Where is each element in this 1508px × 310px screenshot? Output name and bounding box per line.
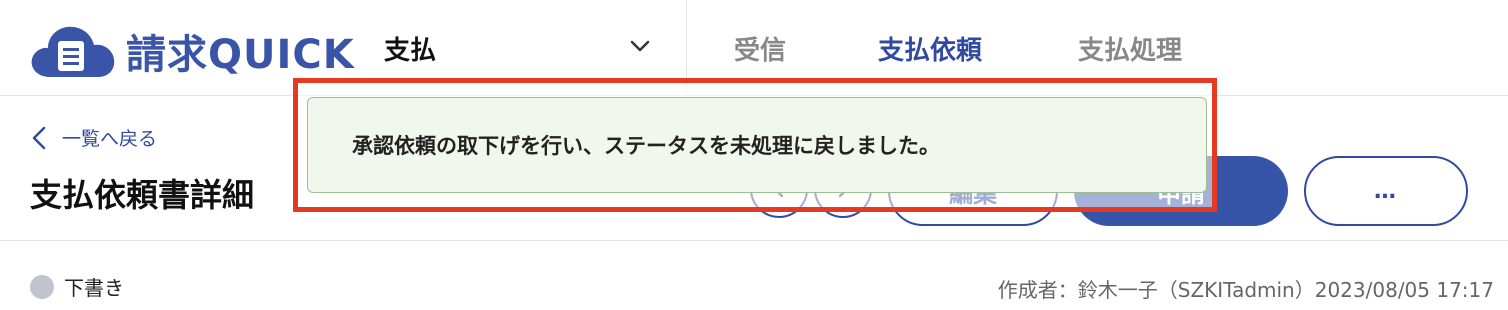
chevron-down-icon <box>630 40 650 52</box>
tab-payment-request[interactable]: 支払依頼 <box>878 30 982 67</box>
more-actions-button[interactable]: … <box>1304 156 1468 226</box>
toast-notification: 承認依頼の取下げを行い、ステータスを未処理に戻しました。 <box>307 97 1207 193</box>
cloud-document-logo-icon <box>31 26 115 77</box>
tab-payment-processing[interactable]: 支払処理 <box>1078 30 1182 67</box>
page-title: 支払依頼書詳細 <box>30 176 255 214</box>
back-to-list-link[interactable]: 一覧へ戻る <box>30 124 157 151</box>
logo-text: 請求QUICK <box>126 32 355 78</box>
tab-receive[interactable]: 受信 <box>734 30 786 67</box>
status-badge: 下書き <box>30 272 124 301</box>
back-link-label: 一覧へ戻る <box>62 128 158 150</box>
chevron-left-icon <box>32 126 46 149</box>
app-selector-dropdown[interactable]: 支払 <box>384 26 684 70</box>
creator-meta: 作成者：鈴木一子（SZKITadmin）2023/08/05 17:17 <box>997 278 1494 302</box>
section-divider <box>0 240 1508 241</box>
app-logo[interactable]: 請求QUICK <box>30 22 355 80</box>
toast-message: 承認依頼の取下げを行い、ステータスを未処理に戻しました。 <box>352 134 940 158</box>
status-label: 下書き <box>64 276 124 300</box>
more-icon: … <box>1374 178 1398 204</box>
status-dot-icon <box>30 274 54 299</box>
app-selector-value: 支払 <box>384 35 437 66</box>
